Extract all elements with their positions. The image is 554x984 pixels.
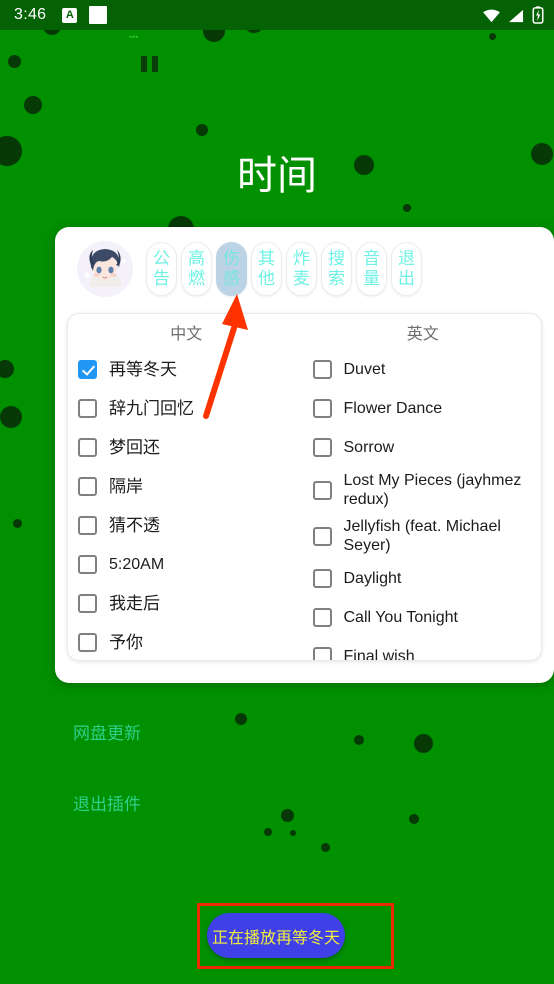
tab-char: 其 xyxy=(258,249,275,268)
list-item-label: 辞九门回忆 xyxy=(109,399,194,418)
list-item-label: Jellyfish (feat. Michael Seyer) xyxy=(343,518,501,554)
tab-char: 麦 xyxy=(293,269,310,288)
link-exit-plugin[interactable]: 退出插件 xyxy=(73,790,141,815)
checkbox[interactable] xyxy=(312,480,332,500)
list-item-label: 5:20AM xyxy=(109,556,165,573)
list-item[interactable]: 梦回还 xyxy=(78,428,301,467)
tab-char: 音 xyxy=(363,249,380,268)
list-item[interactable]: 予你 xyxy=(78,623,301,660)
list-item[interactable]: 辞九门回忆 xyxy=(78,389,301,428)
checkbox[interactable] xyxy=(78,633,97,652)
song-selector-dialog: 公 告 高 燃 伤 感 其 他 炸 麦 搜 索 音 量 退 出 中文 英文 再等… xyxy=(55,227,554,683)
column-headers: 中文 英文 xyxy=(68,314,541,344)
column-chinese: 再等冬天 辞九门回忆 梦回还 隔岸 猜不透 5:20AM 我走后 予你 xyxy=(68,344,307,660)
tab-gonggao[interactable]: 公 告 xyxy=(146,242,177,296)
list-item-label: Final wish xyxy=(343,648,415,661)
checkbox[interactable] xyxy=(312,526,332,546)
status-bar: 3:46 A xyxy=(0,0,554,30)
tab-char: 告 xyxy=(153,269,170,288)
tab-sousuo[interactable]: 搜 索 xyxy=(321,242,352,296)
tab-char: 出 xyxy=(398,269,415,288)
white-square-icon xyxy=(89,6,108,24)
tab-char: 感 xyxy=(223,269,240,288)
list-item[interactable]: Call You Tonight xyxy=(312,598,536,637)
signal-icon xyxy=(509,9,524,22)
tab-char: 燃 xyxy=(188,269,205,288)
list-item[interactable]: Lost My Pieces (jayhmez redux) xyxy=(312,467,536,513)
tab-tuichu[interactable]: 退 出 xyxy=(391,242,422,296)
checkbox[interactable] xyxy=(312,399,332,418)
phone-screen: 3:46 A ••• 时间 网盘更新 退出插件 公 告 高 燃 伤 感 其 他 … xyxy=(0,0,554,984)
list-item[interactable]: Sorrow xyxy=(312,428,536,467)
checkbox[interactable] xyxy=(78,516,97,535)
tab-char: 炸 xyxy=(293,249,310,268)
list-item[interactable]: 隔岸 xyxy=(78,467,301,506)
checkbox-checked[interactable] xyxy=(78,360,97,379)
checkbox[interactable] xyxy=(312,647,332,660)
tab-char: 索 xyxy=(328,269,345,288)
song-columns: 再等冬天 辞九门回忆 梦回还 隔岸 猜不透 5:20AM 我走后 予你 Duve… xyxy=(68,344,542,661)
tab-char: 退 xyxy=(398,249,415,268)
status-bar-icons xyxy=(482,6,544,24)
column-header-english: 英文 xyxy=(406,326,439,343)
checkbox[interactable] xyxy=(78,477,97,496)
checkbox[interactable] xyxy=(78,438,97,457)
checkbox[interactable] xyxy=(78,399,97,418)
tab-zhamai[interactable]: 炸 麦 xyxy=(286,242,317,296)
list-item-label: 梦回还 xyxy=(109,438,160,457)
list-item-label: Lost My Pieces (jayhmez redux) xyxy=(343,472,522,508)
list-item[interactable]: 再等冬天 xyxy=(78,350,301,389)
battery-charging-icon xyxy=(532,6,544,24)
song-list-card: 中文 英文 再等冬天 辞九门回忆 梦回还 隔岸 猜不透 5:20AM 我走后 予… xyxy=(67,313,542,661)
checkbox[interactable] xyxy=(78,594,97,613)
list-item-label: Daylight xyxy=(343,570,402,587)
checkbox[interactable] xyxy=(312,438,332,457)
tab-shanggan[interactable]: 伤 感 xyxy=(216,242,247,296)
list-item-label: 猜不透 xyxy=(109,516,160,535)
list-item[interactable]: 我走后 xyxy=(78,584,301,623)
checkbox[interactable] xyxy=(312,569,332,588)
tab-char: 他 xyxy=(258,269,275,288)
list-item[interactable]: Daylight xyxy=(312,559,536,598)
tab-yinliang[interactable]: 音 量 xyxy=(356,242,387,296)
list-item-label: Call You Tonight xyxy=(343,609,458,626)
column-header-chinese: 中文 xyxy=(170,326,203,343)
tab-char: 量 xyxy=(363,269,380,288)
tab-qita[interactable]: 其 他 xyxy=(251,242,282,296)
column-english: Duvet Flower Dance Sorrow Lost My Pieces… xyxy=(307,344,542,661)
tab-char: 高 xyxy=(188,249,205,268)
tab-char: 搜 xyxy=(328,249,345,268)
checkbox[interactable] xyxy=(78,555,97,574)
avatar[interactable] xyxy=(77,241,133,297)
wifi-icon xyxy=(483,9,500,22)
list-item-label: 予你 xyxy=(109,633,143,652)
list-item[interactable]: Duvet xyxy=(312,350,536,389)
dialog-header: 公 告 高 燃 伤 感 其 他 炸 麦 搜 索 音 量 退 出 xyxy=(55,227,554,311)
list-item-label: Sorrow xyxy=(343,439,395,456)
list-item-label: 再等冬天 xyxy=(109,360,177,379)
list-item-label: 隔岸 xyxy=(109,477,143,496)
tab-gaoran[interactable]: 高 燃 xyxy=(181,242,212,296)
tiny-status-text: ••• xyxy=(129,32,139,42)
tab-char: 伤 xyxy=(223,249,240,268)
pause-icon xyxy=(141,56,158,72)
tab-char: 公 xyxy=(153,249,170,268)
checkbox[interactable] xyxy=(312,360,332,379)
now-playing-button[interactable]: 正在播放再等冬天 xyxy=(207,913,345,958)
list-item-label: 我走后 xyxy=(109,594,160,613)
checkbox[interactable] xyxy=(312,608,332,627)
status-bar-clock: 3:46 xyxy=(14,6,47,23)
letter-a-badge-icon: A xyxy=(62,7,78,23)
list-item-label: Duvet xyxy=(343,361,386,378)
list-item[interactable]: 5:20AM xyxy=(78,545,301,584)
list-item[interactable]: Flower Dance xyxy=(312,389,536,428)
list-item[interactable]: 猜不透 xyxy=(78,506,301,545)
list-item[interactable]: Final wish xyxy=(312,637,536,661)
list-item[interactable]: Jellyfish (feat. Michael Seyer) xyxy=(312,513,536,559)
link-netdisk-update[interactable]: 网盘更新 xyxy=(73,719,141,744)
category-tabs: 公 告 高 燃 伤 感 其 他 炸 麦 搜 索 音 量 退 出 xyxy=(146,242,422,296)
page-title: 时间 xyxy=(237,153,317,199)
list-item-label: Flower Dance xyxy=(343,400,443,417)
